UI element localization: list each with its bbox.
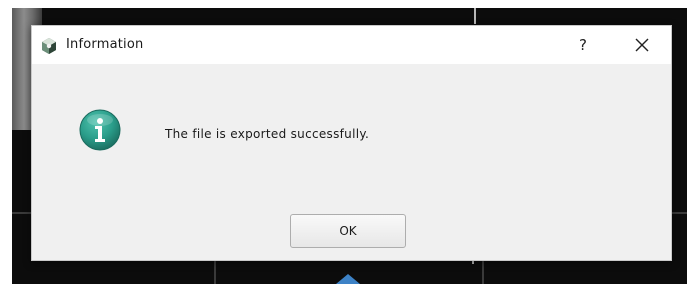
- dialog-title: Information: [66, 37, 144, 52]
- information-dialog: Information ? The file is exported succe…: [31, 25, 672, 261]
- dialog-message: The file is exported successfully.: [165, 127, 370, 141]
- close-button[interactable]: [627, 30, 657, 60]
- ok-button[interactable]: OK: [290, 214, 406, 248]
- info-icon: [79, 109, 121, 151]
- viewport-marker: [474, 8, 476, 24]
- app-logo-icon: [42, 38, 56, 54]
- close-icon: [635, 38, 649, 52]
- dialog-titlebar[interactable]: Information ?: [32, 26, 671, 64]
- pointer-indicator: [336, 274, 360, 284]
- help-button[interactable]: ?: [571, 32, 595, 58]
